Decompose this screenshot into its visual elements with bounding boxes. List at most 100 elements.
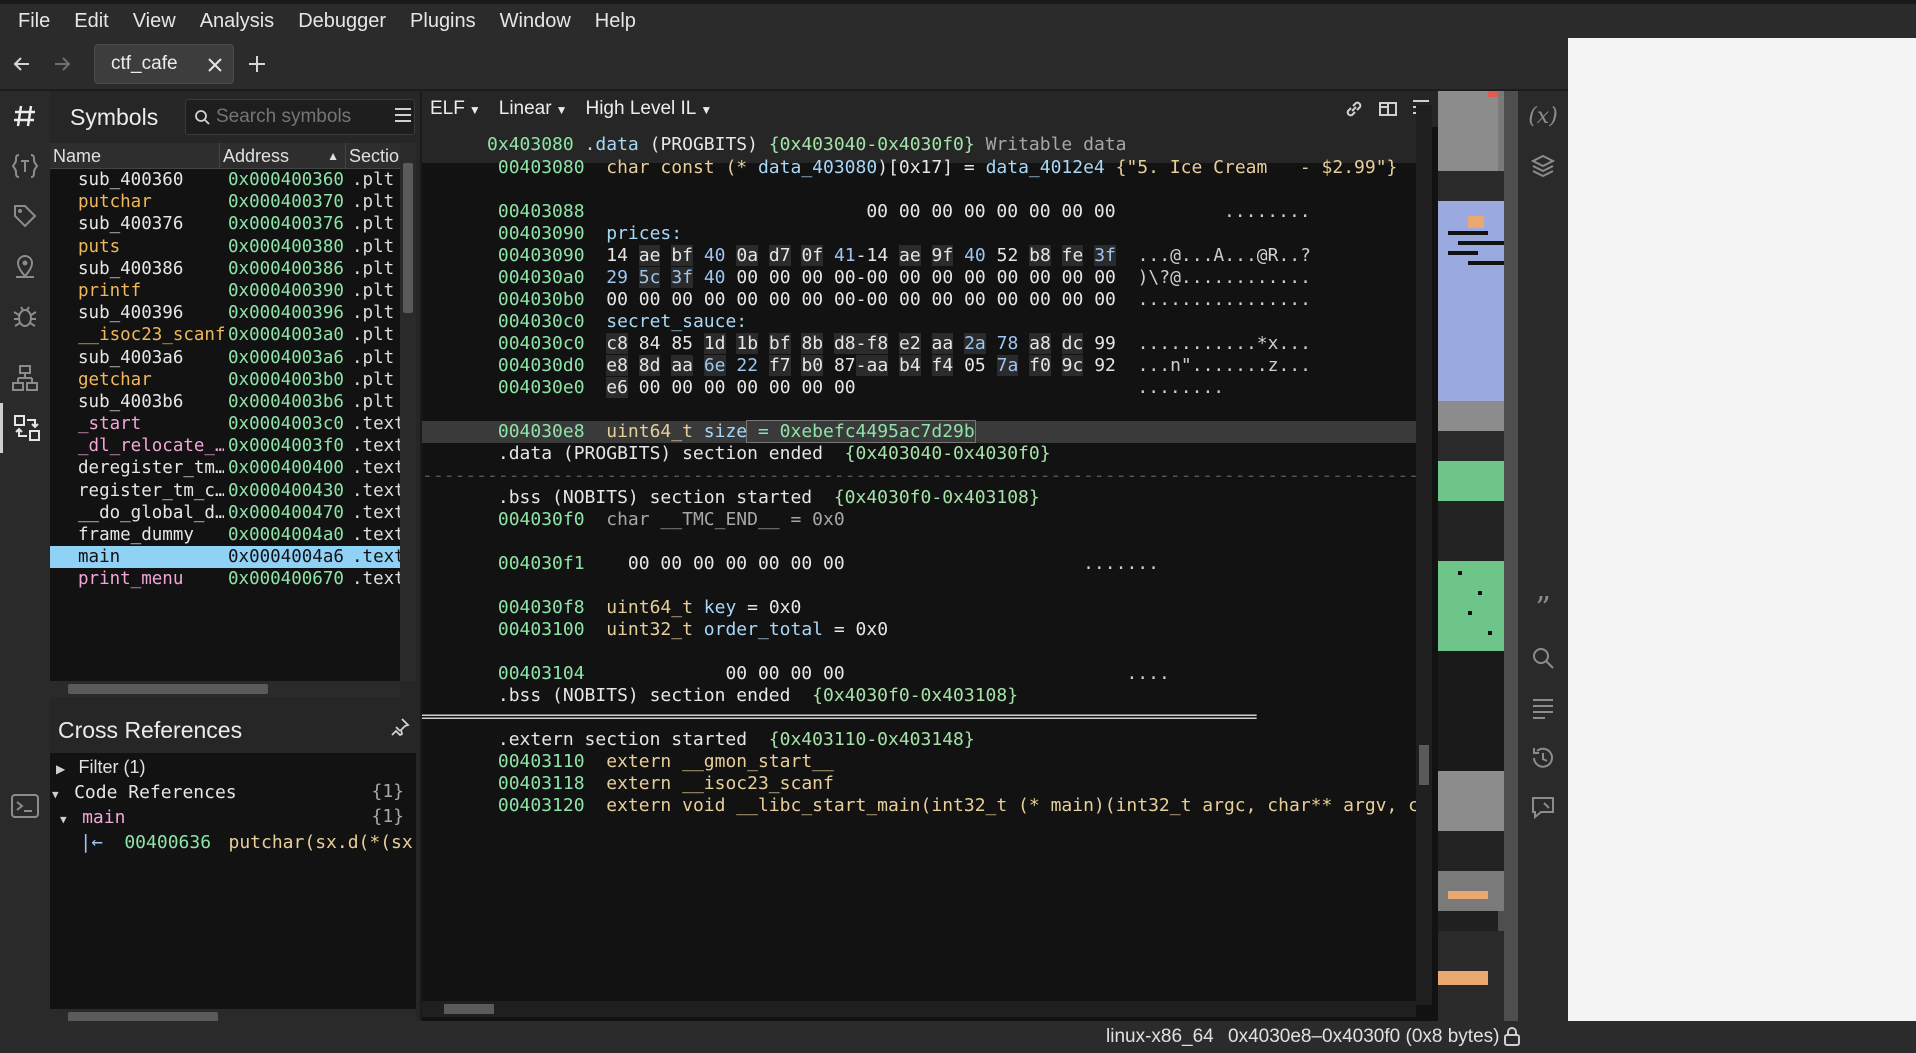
type-braces-icon[interactable]	[0, 141, 50, 191]
code-line-selected[interactable]: 004030e8 uint64_t size = 0xebefc4495ac7d…	[422, 420, 1416, 443]
hamburger-menu-icon[interactable]	[394, 103, 412, 129]
code-line[interactable]: 00403100 uint32_t order_total = 0x0	[422, 619, 1416, 641]
pin-icon[interactable]	[390, 717, 410, 743]
hex-byte[interactable]: 05	[964, 355, 986, 376]
symbol-row[interactable]: _start 0x0004003c0 .text	[50, 413, 400, 435]
hex-byte[interactable]: -f8	[855, 333, 889, 354]
hex-row[interactable]: 004030b0 00 00 00 00 00 00 00 00-00 00 0…	[422, 289, 1416, 311]
hex-byte[interactable]: 00	[1062, 267, 1084, 288]
hex-byte[interactable]: 00	[1094, 289, 1116, 310]
hex-byte[interactable]: 00	[704, 377, 726, 398]
code-line[interactable]: 00403110 extern __gmon_start__	[422, 751, 1416, 773]
hex-byte[interactable]: bf	[671, 245, 693, 266]
symbol-row[interactable]: print_menu 0x000400670 .text	[50, 568, 400, 590]
hex-byte[interactable]: f0	[1029, 355, 1051, 376]
hex-byte[interactable]: -00	[856, 289, 889, 310]
column-section[interactable]: Section	[346, 143, 400, 168]
hex-byte[interactable]: 00	[801, 377, 823, 398]
hex-byte[interactable]: 85	[671, 333, 693, 354]
menu-help[interactable]: Help	[583, 10, 648, 33]
search-input[interactable]	[216, 106, 406, 128]
bug-icon[interactable]	[0, 291, 50, 341]
plus-icon[interactable]	[248, 48, 266, 80]
filter-row[interactable]: ▶ Filter (1)	[56, 757, 146, 779]
code-line[interactable]: 004030f1 00 00 00 00 00 00 00 .......	[422, 553, 1416, 575]
symbol-row[interactable]: sub_400360 0x000400360 .plt	[50, 169, 400, 191]
code-line[interactable]: 004030c0 secret_sauce:	[422, 311, 1416, 333]
platform-label[interactable]: linux-x86_64	[1106, 1026, 1214, 1048]
hex-byte[interactable]: 00	[964, 289, 986, 310]
section-start-line[interactable]: .bss (NOBITS) section started {0x4030f0-…	[422, 487, 1416, 509]
hex-byte[interactable]: 40	[704, 245, 726, 266]
hex-byte[interactable]: 00	[736, 289, 758, 310]
hex-byte[interactable]: 00	[834, 267, 856, 288]
code-references-row[interactable]: ▼ Code References {1}	[50, 781, 416, 803]
code-line[interactable]: 004030f8 uint64_t key = 0x0	[422, 597, 1416, 619]
section-end-line[interactable]: .bss (NOBITS) section ended {0x4030f0-0x…	[422, 685, 1416, 707]
hex-byte[interactable]: -aa	[855, 355, 889, 376]
code-line[interactable]: 004030f0 char __TMC_END__ = 0x0	[422, 509, 1416, 531]
code-vertical-scrollbar[interactable]	[1416, 105, 1432, 1005]
hex-byte[interactable]: 00	[704, 289, 726, 310]
hex-byte[interactable]: 6e	[703, 355, 726, 376]
hex-byte[interactable]: 14	[606, 245, 628, 266]
symbols-horizontal-scrollbar[interactable]	[50, 681, 400, 697]
hex-byte[interactable]: 7a	[996, 355, 1019, 376]
tab-ctf-cafe[interactable]: ctf_cafe	[94, 43, 234, 84]
lines-icon[interactable]	[1518, 683, 1568, 733]
hex-row[interactable]: 004030e0 e6 00 00 00 00 00 00 00 .......…	[422, 377, 1416, 399]
hex-byte[interactable]: -14	[856, 245, 889, 266]
hex-byte[interactable]: bf	[768, 333, 791, 354]
code-line[interactable]: 00403080 char const (* data_403080)[0x17…	[422, 157, 1416, 179]
symbol-search-box[interactable]	[185, 99, 415, 135]
code-line[interactable]: 00403088 00 00 00 00 00 00 00 00 .......…	[422, 201, 1416, 223]
symbol-row[interactable]: putchar 0x000400370 .plt	[50, 191, 400, 213]
code-line[interactable]: 00403118 extern __isoc23_scanf	[422, 773, 1416, 795]
hex-byte[interactable]: 5c	[638, 267, 661, 288]
symbol-row[interactable]: sub_400386 0x000400386 .plt	[50, 258, 400, 280]
hex-byte[interactable]: 8d	[638, 355, 661, 376]
hex-byte[interactable]: a8	[1029, 333, 1051, 354]
layout-dropdown[interactable]: Linear ▼	[499, 98, 568, 120]
hex-byte[interactable]: -00	[856, 267, 889, 288]
lock-icon[interactable]	[1504, 1026, 1520, 1052]
symbol-row[interactable]: sub_4003b6 0x0004003b6 .plt	[50, 391, 400, 413]
hex-byte[interactable]: 78	[997, 333, 1019, 354]
menu-view[interactable]: View	[121, 10, 188, 33]
split-view-icon[interactable]	[1378, 99, 1398, 125]
layers-icon[interactable]	[1518, 141, 1568, 191]
symbol-row[interactable]: main 0x0004004a6 .text	[50, 546, 400, 569]
hex-byte[interactable]: 00	[736, 377, 758, 398]
code-line[interactable]: 00403090 prices:	[422, 223, 1416, 245]
hex-row[interactable]: 004030d0 e8 8d aa 6e 22 f7 b0 87-aa b4 f…	[422, 355, 1416, 377]
link-icon[interactable]	[1344, 99, 1364, 125]
hex-byte[interactable]: aa	[671, 355, 693, 376]
xref-entry[interactable]: |← 00400636 putchar(sx.d(*(sx.q((	[80, 831, 416, 853]
hex-byte[interactable]: b4	[899, 355, 921, 376]
hex-byte[interactable]: 1d	[703, 333, 726, 354]
symbol-row[interactable]: deregister_tm… 0x000400400 .text	[50, 457, 400, 479]
hex-byte[interactable]: 00	[671, 289, 693, 310]
hex-byte[interactable]: 52	[997, 245, 1019, 266]
hex-byte[interactable]: c8	[606, 333, 628, 354]
hex-byte[interactable]: 00	[801, 289, 823, 310]
hash-icon[interactable]	[0, 91, 50, 141]
hex-byte[interactable]: 00	[639, 377, 661, 398]
hex-byte[interactable]: 3f	[671, 267, 693, 288]
hex-byte[interactable]: 00	[1029, 267, 1051, 288]
xref-function-row[interactable]: ▼ main {1}	[50, 806, 416, 828]
hex-byte[interactable]: aa	[931, 333, 954, 354]
hex-row[interactable]: 004030a0 29 5c 3f 40 00 00 00 00-00 00 0…	[422, 267, 1416, 289]
hex-byte[interactable]: 00	[1062, 289, 1084, 310]
hex-byte[interactable]: 92	[1094, 355, 1116, 376]
terminal-icon[interactable]	[0, 781, 50, 831]
hex-byte[interactable]: 00	[606, 289, 628, 310]
symbol-row[interactable]: frame_dummy 0x0004004a0 .text	[50, 524, 400, 546]
hex-byte[interactable]: 84	[639, 333, 661, 354]
tag-icon[interactable]	[0, 191, 50, 241]
hex-byte[interactable]: 29	[606, 267, 628, 288]
hex-byte[interactable]: dc	[1061, 333, 1084, 354]
hex-byte[interactable]: 00	[932, 289, 954, 310]
menu-file[interactable]: File	[6, 10, 62, 33]
symbol-row[interactable]: printf 0x000400390 .plt	[50, 280, 400, 302]
